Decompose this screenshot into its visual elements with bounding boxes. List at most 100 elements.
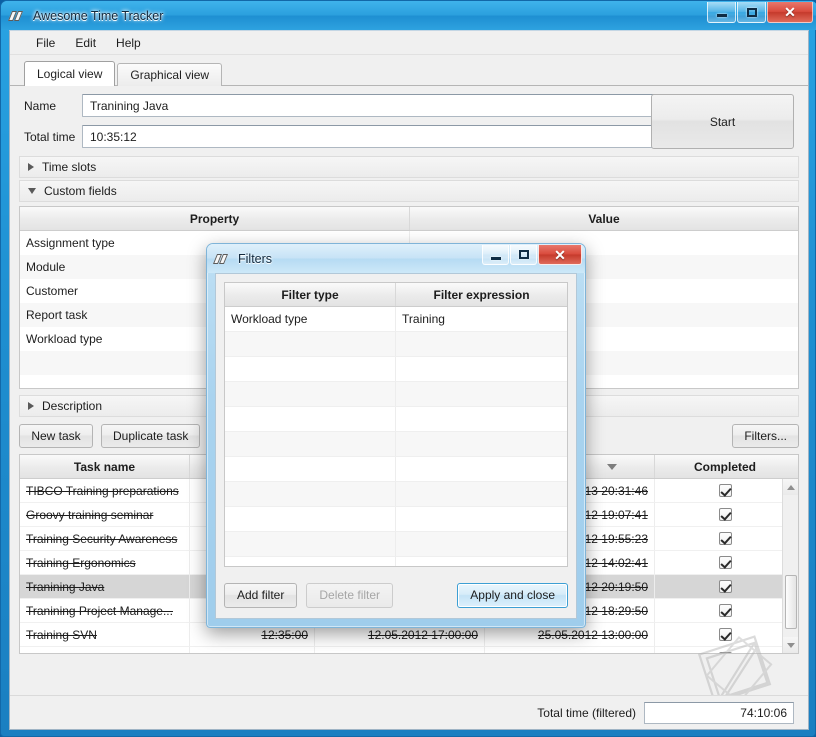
column-header-filter-expression[interactable]: Filter expression	[396, 283, 567, 306]
column-header-completed[interactable]: Completed	[655, 455, 795, 478]
sort-descending-icon	[606, 463, 617, 470]
status-bar: Total time (filtered) 74:10:06	[10, 695, 808, 729]
checkbox-checked-icon[interactable]	[718, 532, 732, 545]
minimize-button[interactable]	[707, 2, 736, 23]
app-icon	[7, 9, 26, 23]
section-custom-fields-label: Custom fields	[44, 184, 117, 198]
column-header-filter-type[interactable]: Filter type	[225, 283, 397, 306]
column-header-value[interactable]: Value	[410, 207, 798, 230]
cell-filter-type	[225, 357, 397, 382]
add-filter-button[interactable]: Add filter	[224, 582, 298, 608]
duplicate-task-button[interactable]: Duplicate task	[101, 424, 201, 448]
table-row[interactable]: Training SBC refresher 1:00:00 23.03.201…	[20, 647, 798, 653]
cell-filter-expression	[396, 482, 567, 507]
table-row[interactable]	[225, 332, 567, 357]
table-row[interactable]	[225, 432, 567, 457]
cell-task-name: Training SVN	[20, 623, 190, 647]
cell-completed[interactable]	[655, 527, 795, 551]
cell-filter-expression	[396, 457, 567, 482]
start-button[interactable]: Start	[651, 94, 794, 149]
filters-minimize-button[interactable]	[482, 245, 509, 265]
section-time-slots[interactable]: Time slots	[19, 156, 799, 178]
filters-close-button[interactable]: ✕	[538, 245, 582, 265]
cell-completed[interactable]	[655, 599, 795, 623]
filters-grid: Filter type Filter expression Workload t…	[224, 282, 568, 567]
checkbox-checked-icon[interactable]	[718, 580, 732, 593]
cell-completed[interactable]	[655, 503, 795, 527]
maximize-button[interactable]	[737, 2, 766, 23]
cell-filter-type	[225, 507, 397, 532]
cell-filter-expression	[396, 332, 567, 357]
table-row[interactable]	[225, 532, 567, 557]
cell-total-time: 1:00:00	[190, 647, 315, 653]
cell-end-date: 23.03.2012 18:30:00	[485, 647, 655, 653]
table-row[interactable]	[225, 507, 567, 532]
cell-filter-type	[225, 532, 397, 557]
table-row[interactable]	[225, 407, 567, 432]
cell-completed[interactable]	[655, 647, 795, 653]
cell-completed[interactable]	[655, 575, 795, 599]
new-task-button[interactable]: New task	[19, 424, 93, 448]
menu-item-edit[interactable]: Edit	[65, 33, 106, 53]
title-bar[interactable]: Awesome Time Tracker ✕	[1, 1, 816, 30]
close-icon: ✕	[554, 246, 566, 263]
scrollbar-thumb[interactable]	[785, 575, 797, 629]
caption-buttons: ✕	[707, 2, 813, 23]
cell-task-name: Tranining Project Manage...	[20, 599, 190, 623]
menu-item-file[interactable]: File	[26, 33, 65, 53]
table-row[interactable]	[225, 357, 567, 382]
minimize-icon	[716, 14, 727, 17]
tab-graphical-view[interactable]: Graphical view	[117, 63, 223, 86]
checkbox-checked-icon[interactable]	[718, 604, 732, 617]
cell-filter-type	[225, 557, 397, 566]
scroll-up-button[interactable]	[783, 479, 798, 495]
table-row[interactable]	[225, 482, 567, 507]
filters-dialog-caption-buttons: ✕	[482, 245, 582, 265]
scroll-down-button[interactable]	[783, 637, 798, 653]
checkbox-checked-icon[interactable]	[718, 652, 732, 653]
cell-task-name: Training Ergonomics	[20, 551, 190, 575]
filters-maximize-button[interactable]	[510, 245, 537, 265]
table-row[interactable]: Workload type Training	[225, 307, 567, 332]
cell-completed[interactable]	[655, 623, 795, 647]
chevron-up-icon	[787, 484, 795, 490]
cell-filter-type	[225, 332, 397, 357]
tab-strip: Logical view Graphical view	[24, 61, 808, 86]
delete-filter-button: Delete filter	[306, 582, 394, 608]
filters-dialog-buttons: Add filter Delete filter Apply and close	[224, 580, 568, 610]
cell-completed[interactable]	[655, 479, 795, 503]
checkbox-checked-icon[interactable]	[718, 628, 732, 641]
checkbox-checked-icon[interactable]	[718, 508, 732, 521]
application-window: Awesome Time Tracker ✕ File Edit Help Lo…	[0, 0, 816, 737]
table-row[interactable]	[225, 382, 567, 407]
section-custom-fields[interactable]: Custom fields	[19, 180, 799, 202]
close-button[interactable]: ✕	[767, 2, 813, 23]
filters-button[interactable]: Filters...	[732, 424, 799, 448]
checkbox-checked-icon[interactable]	[718, 484, 732, 497]
chevron-down-icon	[28, 188, 36, 194]
column-header-task-name[interactable]: Task name	[20, 455, 190, 478]
cell-task-name: Groovy training seminar	[20, 503, 190, 527]
menu-item-help[interactable]: Help	[106, 33, 151, 53]
name-input[interactable]	[82, 94, 659, 117]
checkbox-checked-icon[interactable]	[718, 556, 732, 569]
chevron-down-icon	[787, 642, 795, 648]
cell-filter-expression	[396, 532, 567, 557]
section-description-label: Description	[42, 399, 103, 413]
client-area: File Edit Help Logical view Graphical vi…	[9, 30, 809, 730]
total-time-filtered-label: Total time (filtered)	[537, 705, 636, 720]
cell-task-name: Tranining Java	[20, 575, 190, 599]
close-icon: ✕	[784, 4, 796, 20]
table-row[interactable]	[225, 457, 567, 482]
apply-and-close-button[interactable]: Apply and close	[457, 582, 568, 608]
filters-grid-header: Filter type Filter expression	[225, 283, 567, 307]
column-header-property[interactable]: Property	[20, 207, 410, 230]
cell-completed[interactable]	[655, 551, 795, 575]
cell-filter-type	[225, 382, 397, 407]
cell-start-date: 23.03.2012 17:30:00	[315, 647, 485, 653]
tab-logical-view[interactable]: Logical view	[24, 61, 116, 86]
task-grid-scrollbar[interactable]	[782, 479, 798, 653]
table-row[interactable]	[225, 557, 567, 566]
filters-dialog-title-bar[interactable]: Filters ✕	[207, 244, 585, 273]
total-time-input[interactable]	[82, 125, 659, 148]
